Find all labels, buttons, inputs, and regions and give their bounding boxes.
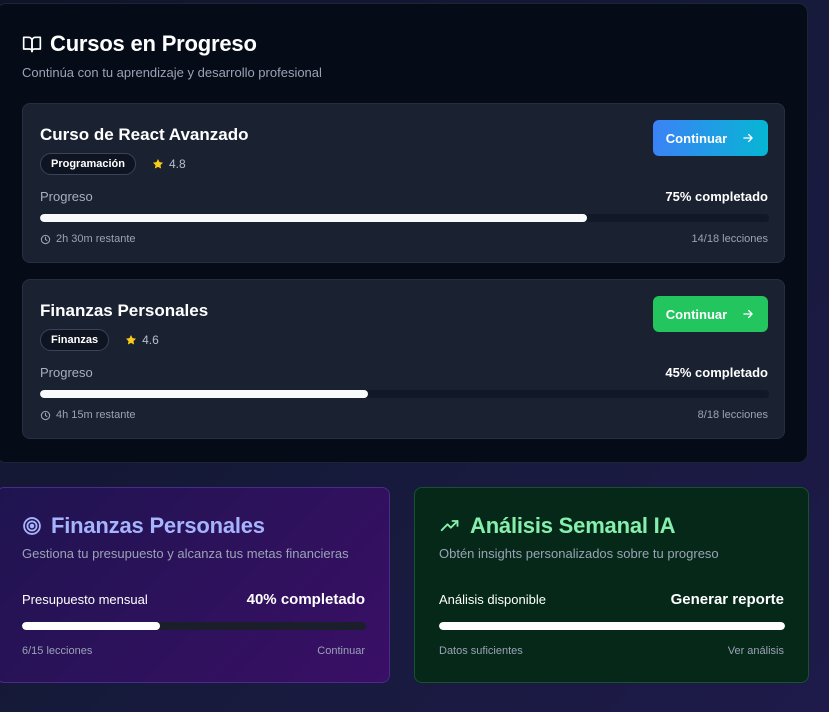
courses-in-progress-card: Cursos en Progreso Continúa con tu apren… (0, 3, 808, 463)
time-remaining: 4h 15m restante (40, 409, 136, 421)
view-analysis-link[interactable]: Ver análisis (728, 645, 784, 657)
data-status: Datos suficientes (439, 645, 523, 657)
course-title: Finanzas Personales (40, 301, 209, 320)
time-remaining-text: 2h 30m restante (56, 233, 136, 245)
progress-fill (40, 390, 369, 398)
card-subtitle: Obtén insights personalizados sobre tu p… (439, 546, 719, 561)
continue-link[interactable]: Continuar (317, 645, 365, 657)
progress-bar (40, 214, 769, 222)
page-title: Cursos en Progreso (50, 31, 257, 56)
card-subtitle: Gestiona tu presupuesto y alcanza tus me… (22, 546, 349, 561)
clock-icon (40, 234, 51, 245)
budget-progress-fill (22, 622, 160, 630)
rating-value: 4.8 (168, 157, 186, 171)
progress-label: Progreso (40, 189, 93, 204)
star-icon (125, 334, 137, 346)
course-title: Curso de React Avanzado (40, 125, 249, 144)
time-remaining: 2h 30m restante (40, 233, 136, 245)
weekly-analysis-card[interactable]: Análisis Semanal IA Obtén insights perso… (414, 487, 809, 683)
page-subtitle: Continúa con tu aprendizaje y desarrollo… (22, 65, 322, 80)
progress-percentage: 45% completado (665, 365, 768, 380)
progress-percentage: 75% completado (665, 189, 768, 204)
lessons-count: 14/18 lecciones (691, 233, 768, 245)
continue-button[interactable]: Continuar (653, 120, 768, 156)
analysis-progress-bar (439, 622, 785, 630)
lessons-count: 6/15 lecciones (22, 645, 93, 657)
card-title: Análisis Semanal IA (470, 513, 676, 538)
book-open-icon (22, 34, 42, 54)
category-badge: Finanzas (40, 329, 110, 351)
card-title: Finanzas Personales (51, 513, 265, 538)
course-card-react: Curso de React Avanzado Programación 4.8… (22, 103, 785, 263)
budget-label: Presupuesto mensual (22, 592, 148, 607)
star-icon (152, 158, 164, 170)
arrow-right-icon (741, 307, 755, 321)
personal-finance-card[interactable]: Finanzas Personales Gestiona tu presupue… (0, 487, 390, 683)
course-card-finanzas: Finanzas Personales Finanzas 4.6 Continu… (22, 279, 785, 439)
progress-label: Progreso (40, 365, 93, 380)
continue-label: Continuar (665, 130, 728, 146)
analysis-label: Análisis disponible (439, 592, 546, 607)
progress-bar (40, 390, 769, 398)
lessons-count: 8/18 lecciones (697, 409, 768, 421)
arrow-right-icon (741, 131, 755, 145)
course-rating: 4.8 (152, 157, 186, 171)
rating-value: 4.6 (142, 333, 159, 347)
target-icon (22, 516, 42, 536)
courses-header: Cursos en Progreso Continúa con tu apren… (22, 31, 322, 80)
budget-progress-bar (22, 622, 366, 630)
category-badge: Programación (40, 153, 136, 175)
continue-button[interactable]: Continuar (653, 296, 768, 332)
trending-up-icon (439, 516, 461, 536)
continue-label: Continuar (665, 306, 728, 322)
time-remaining-text: 4h 15m restante (56, 409, 136, 421)
analysis-progress-fill (439, 622, 785, 630)
course-rating: 4.6 (125, 333, 159, 347)
progress-fill (40, 214, 587, 222)
budget-percentage: 40% completado (246, 591, 365, 608)
generate-report-link[interactable]: Generar reporte (671, 591, 784, 608)
clock-icon (40, 410, 51, 421)
